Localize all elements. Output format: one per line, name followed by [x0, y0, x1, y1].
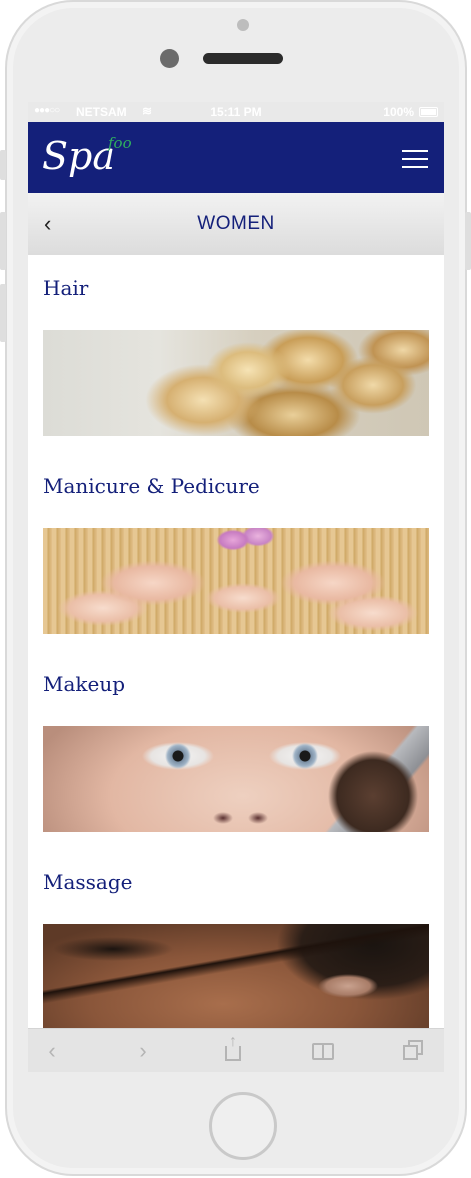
category-hair[interactable]: Hair: [43, 276, 429, 436]
status-bar: ●●●○○ NETSAM ≋ 15:11 PM 100%: [28, 102, 444, 122]
mute-switch: [0, 150, 6, 180]
logo-accent: foo: [108, 134, 132, 152]
category-makeup[interactable]: Makeup: [43, 672, 429, 832]
tabs-icon[interactable]: [399, 1037, 427, 1065]
makeup-image[interactable]: [43, 726, 429, 832]
category-title: Manicure & Pedicure: [43, 474, 260, 498]
volume-up-button: [0, 212, 6, 270]
battery-percentage: 100%: [383, 105, 414, 119]
manicure-image[interactable]: [43, 528, 429, 634]
volume-down-button: [0, 284, 6, 342]
proximity-sensor: [237, 19, 249, 31]
back-arrow-icon[interactable]: ‹: [38, 1037, 66, 1065]
battery-icon: [419, 107, 438, 117]
screen: ●●●○○ NETSAM ≋ 15:11 PM 100% Spa foo ‹ W…: [28, 102, 444, 1072]
bookmarks-icon[interactable]: [309, 1037, 337, 1065]
power-button: [465, 212, 471, 270]
category-title: Hair: [43, 276, 89, 300]
forward-arrow-icon[interactable]: ›: [129, 1037, 157, 1065]
share-icon[interactable]: ↑: [219, 1033, 247, 1065]
category-title: Massage: [43, 870, 133, 894]
page-title-bar: ‹ WOMEN: [28, 193, 444, 255]
browser-toolbar: ‹ › ↑: [28, 1028, 444, 1072]
hamburger-menu-icon[interactable]: [402, 150, 428, 168]
category-title: Makeup: [43, 672, 126, 696]
category-manicure-pedicure[interactable]: Manicure & Pedicure: [43, 474, 429, 634]
logo-text: Spa: [42, 134, 116, 178]
header-bar: Spa foo: [28, 122, 444, 193]
clock: 15:11 PM: [210, 105, 262, 119]
hair-image[interactable]: [43, 330, 429, 436]
spafoo-logo[interactable]: Spa foo: [42, 130, 152, 186]
front-camera: [160, 49, 179, 68]
massage-image[interactable]: [43, 924, 429, 1030]
category-massage[interactable]: Massage: [43, 870, 429, 1030]
page-title: WOMEN: [197, 213, 275, 234]
earpiece-speaker: [203, 53, 283, 64]
home-button[interactable]: [209, 1092, 277, 1160]
category-list: Hair Manicure & Pedicure Makeup Massage: [28, 255, 444, 1030]
